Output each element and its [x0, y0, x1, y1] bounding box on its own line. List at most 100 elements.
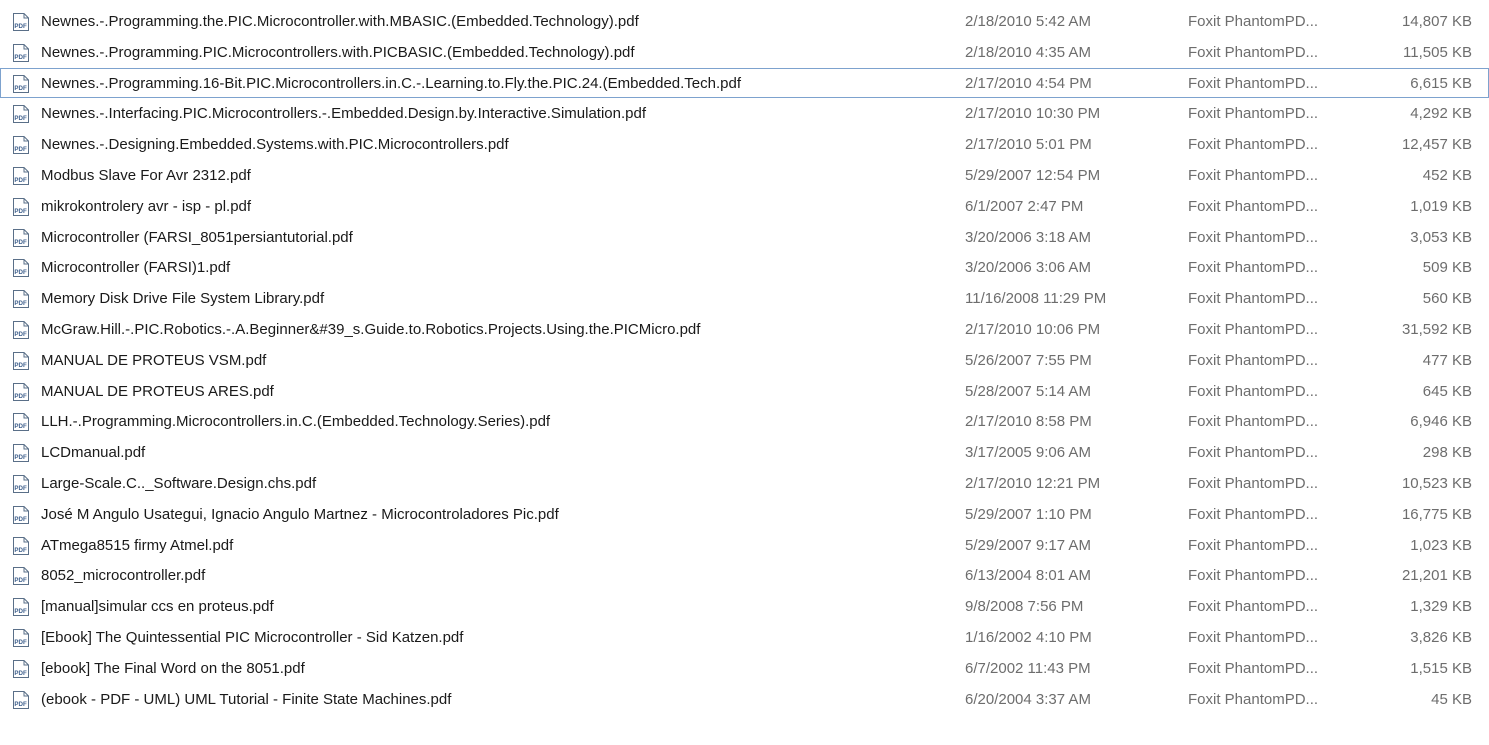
file-row[interactable]: PDF (ebook - PDF - UML) UML Tutorial - F…: [0, 684, 1489, 715]
file-row[interactable]: PDF [manual]simular ccs en proteus.pdf 9…: [0, 591, 1489, 622]
file-size: 45 KB: [1431, 690, 1472, 708]
svg-text:PDF: PDF: [14, 608, 27, 615]
file-date-modified: 2/17/2010 12:21 PM: [965, 474, 1101, 492]
file-date-modified: 5/26/2007 7:55 PM: [965, 351, 1092, 369]
file-row[interactable]: PDF Newnes.-.Designing.Embedded.Systems.…: [0, 129, 1489, 160]
file-type: Foxit PhantomPD...: [1188, 536, 1319, 554]
svg-text:PDF: PDF: [14, 362, 27, 369]
svg-text:PDF: PDF: [14, 485, 27, 492]
file-date-modified: 2/17/2010 8:58 PM: [965, 413, 1092, 431]
pdf-file-icon: PDF: [11, 320, 31, 339]
pdf-file-icon: PDF: [11, 136, 31, 155]
file-size: 509 KB: [1422, 259, 1472, 277]
file-name: ATmega8515 firmy Atmel.pdf: [41, 536, 234, 554]
file-row[interactable]: PDF Newnes.-.Programming.16-Bit.PIC.Micr…: [0, 67, 1489, 99]
svg-text:PDF: PDF: [14, 85, 27, 92]
file-date-modified: 3/20/2006 3:18 AM: [965, 228, 1091, 246]
pdf-file-icon: PDF: [11, 74, 31, 93]
svg-text:PDF: PDF: [14, 54, 27, 61]
file-row[interactable]: PDF LLH.-.Programming.Microcontrollers.i…: [0, 406, 1489, 437]
file-type: Foxit PhantomPD...: [1188, 598, 1319, 616]
file-row[interactable]: PDF Newnes.-.Programming.PIC.Microcontro…: [0, 37, 1489, 68]
pdf-file-icon: PDF: [11, 290, 31, 309]
file-name: Large-Scale.C.._Software.Design.chs.pdf: [41, 474, 317, 492]
file-name: McGraw.Hill.-.PIC.Robotics.-.A.Beginner&…: [41, 320, 701, 338]
svg-text:PDF: PDF: [14, 701, 27, 708]
file-type: Foxit PhantomPD...: [1188, 197, 1319, 215]
pdf-file-icon: PDF: [11, 43, 31, 62]
file-date-modified: 3/20/2006 3:06 AM: [965, 259, 1091, 277]
file-row[interactable]: PDF 8052_microcontroller.pdf 6/13/2004 8…: [0, 560, 1489, 591]
file-name: Newnes.-.Designing.Embedded.Systems.with…: [41, 136, 509, 154]
file-row[interactable]: PDF Memory Disk Drive File System Librar…: [0, 283, 1489, 314]
pdf-file-icon: PDF: [11, 659, 31, 678]
file-name: José M Angulo Usategui, Ignacio Angulo M…: [41, 505, 559, 523]
file-size: 4,292 KB: [1410, 105, 1472, 123]
file-name: Newnes.-.Programming.PIC.Microcontroller…: [41, 43, 635, 61]
file-name: Modbus Slave For Avr 2312.pdf: [41, 166, 251, 184]
file-row[interactable]: PDF [Ebook] The Quintessential PIC Micro…: [0, 622, 1489, 653]
svg-text:PDF: PDF: [14, 578, 27, 585]
file-type: Foxit PhantomPD...: [1188, 228, 1319, 246]
file-row[interactable]: PDF Large-Scale.C.._Software.Design.chs.…: [0, 468, 1489, 499]
file-type: Foxit PhantomPD...: [1188, 690, 1319, 708]
svg-text:PDF: PDF: [14, 23, 27, 30]
svg-text:PDF: PDF: [14, 177, 27, 184]
file-row[interactable]: PDF Microcontroller (FARSI_8051persiantu…: [0, 222, 1489, 253]
svg-text:PDF: PDF: [14, 300, 27, 307]
file-size: 14,807 KB: [1401, 13, 1472, 30]
file-list: PDF Newnes.-.Programming.the.PIC.Microco…: [0, 0, 1489, 714]
pdf-file-icon: PDF: [11, 444, 31, 463]
file-type: Foxit PhantomPD...: [1188, 659, 1319, 677]
file-type: Foxit PhantomPD...: [1188, 320, 1319, 338]
svg-text:PDF: PDF: [14, 146, 27, 153]
file-row[interactable]: PDF MANUAL DE PROTEUS VSM.pdf 5/26/2007 …: [0, 345, 1489, 376]
file-name: MANUAL DE PROTEUS VSM.pdf: [41, 351, 267, 369]
file-size: 16,775 KB: [1401, 505, 1472, 523]
file-row[interactable]: PDF Newnes.-.Programming.the.PIC.Microco…: [0, 6, 1489, 37]
svg-text:PDF: PDF: [14, 239, 27, 246]
file-name: LCDmanual.pdf: [41, 444, 146, 462]
pdf-file-icon: PDF: [11, 197, 31, 216]
file-date-modified: 2/17/2010 4:54 PM: [965, 74, 1092, 92]
file-size: 11,505 KB: [1403, 43, 1472, 61]
file-row[interactable]: PDF LCDmanual.pdf 3/17/2005 9:06 AM Foxi…: [0, 437, 1489, 468]
file-type: Foxit PhantomPD...: [1188, 382, 1319, 400]
file-date-modified: 2/17/2010 10:06 PM: [965, 320, 1101, 338]
file-type: Foxit PhantomPD...: [1188, 43, 1319, 61]
file-size: 6,946 KB: [1410, 413, 1472, 431]
file-name: MANUAL DE PROTEUS ARES.pdf: [41, 382, 274, 400]
file-row[interactable]: PDF [ebook] The Final Word on the 8051.p…: [0, 653, 1489, 684]
file-name: mikrokontrolery avr - isp - pl.pdf: [41, 197, 252, 215]
pdf-file-icon: PDF: [11, 536, 31, 555]
file-row[interactable]: PDF José M Angulo Usategui, Ignacio Angu…: [0, 499, 1489, 530]
file-date-modified: 6/20/2004 3:37 AM: [965, 690, 1091, 708]
file-name: [ebook] The Final Word on the 8051.pdf: [41, 659, 305, 677]
file-type: Foxit PhantomPD...: [1188, 166, 1319, 184]
file-size: 10,523 KB: [1401, 474, 1472, 492]
file-size: 1,515 KB: [1410, 659, 1472, 677]
file-date-modified: 5/28/2007 5:14 AM: [965, 382, 1091, 400]
file-name: Newnes.-.Programming.16-Bit.PIC.Microcon…: [41, 74, 742, 92]
file-type: Foxit PhantomPD...: [1188, 74, 1319, 92]
file-date-modified: 2/18/2010 5:42 AM: [965, 13, 1091, 30]
file-date-modified: 5/29/2007 1:10 PM: [965, 505, 1092, 523]
file-row[interactable]: PDF Modbus Slave For Avr 2312.pdf 5/29/2…: [0, 160, 1489, 191]
file-date-modified: 9/8/2008 7:56 PM: [965, 598, 1084, 616]
file-size: 477 KB: [1422, 351, 1472, 369]
file-name: [Ebook] The Quintessential PIC Microcont…: [41, 628, 464, 646]
file-row[interactable]: PDF ATmega8515 firmy Atmel.pdf 5/29/2007…: [0, 530, 1489, 561]
file-row[interactable]: PDF MANUAL DE PROTEUS ARES.pdf 5/28/2007…: [0, 376, 1489, 407]
file-row[interactable]: PDF Newnes.-.Interfacing.PIC.Microcontro…: [0, 98, 1489, 129]
file-type: Foxit PhantomPD...: [1188, 474, 1319, 492]
file-name: 8052_microcontroller.pdf: [41, 567, 206, 585]
pdf-file-icon: PDF: [11, 382, 31, 401]
file-row[interactable]: PDF McGraw.Hill.-.PIC.Robotics.-.A.Begin…: [0, 314, 1489, 345]
file-row[interactable]: PDF mikrokontrolery avr - isp - pl.pdf 6…: [0, 191, 1489, 222]
file-date-modified: 5/29/2007 12:54 PM: [965, 166, 1101, 184]
file-row[interactable]: PDF Microcontroller (FARSI)1.pdf 3/20/20…: [0, 252, 1489, 283]
file-name: Newnes.-.Interfacing.PIC.Microcontroller…: [41, 105, 646, 123]
file-type: Foxit PhantomPD...: [1188, 136, 1319, 154]
file-size: 645 KB: [1422, 382, 1472, 400]
svg-text:PDF: PDF: [14, 670, 27, 677]
